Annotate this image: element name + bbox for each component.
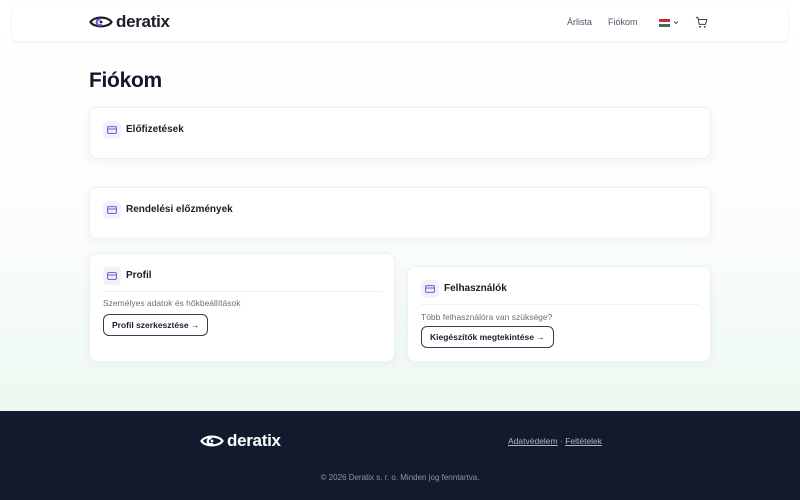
card-description: Személyes adatok és hőkbeállítások (103, 298, 241, 308)
footer-logo[interactable]: deratix (200, 432, 281, 449)
card-title: Rendelési előzmények (126, 204, 233, 215)
subscriptions-card[interactable]: Előfizetések (89, 107, 711, 159)
cart-icon[interactable] (695, 16, 708, 29)
logo-text: deratix (116, 12, 170, 31)
users-card: Felhasználók Több felhasználóra van szük… (407, 266, 711, 362)
card-title: Előfizetések (126, 124, 184, 135)
card-description: Több felhasználóra van szüksége? (421, 312, 553, 322)
view-addons-button[interactable]: Kiegészítők megtekintése → (421, 326, 554, 348)
copyright-text: © 2026 Deratix s. r. o. Minden jog fennt… (320, 473, 480, 482)
nav-link-account[interactable]: Fiókom (608, 17, 638, 28)
order-history-card[interactable]: Rendelési előzmények (89, 187, 711, 239)
page-title: Fiókom (89, 69, 162, 92)
card-icon (103, 201, 121, 219)
nav-link-pricing[interactable]: Árlista (567, 17, 592, 28)
logo-text: deratix (227, 431, 281, 450)
footer-links: Adatvédelem · Feltételek (508, 436, 602, 446)
card-icon (421, 280, 439, 298)
card-icon (103, 267, 121, 285)
header-logo[interactable]: deratix (89, 13, 170, 30)
profile-card: Profil Személyes adatok és hőkbeállításo… (89, 253, 395, 362)
terms-link[interactable]: Feltételek (565, 436, 602, 446)
card-icon (103, 121, 121, 139)
edit-profile-button[interactable]: Profil szerkesztése → (103, 314, 209, 336)
eye-logo-icon (200, 435, 224, 446)
card-title: Profil (126, 270, 152, 281)
card-divider (421, 304, 699, 305)
privacy-link[interactable]: Adatvédelem (508, 436, 558, 446)
hungary-flag-icon[interactable] (659, 19, 670, 28)
site-header: deratix Árlista Fiókom (12, 4, 788, 41)
card-divider (103, 291, 383, 292)
chevron-down-icon[interactable] (673, 20, 679, 25)
site-footer: deratix Adatvédelem · Feltételek © 2026 … (0, 411, 800, 500)
eye-logo-icon (89, 16, 113, 27)
card-title: Felhasználók (444, 283, 507, 294)
